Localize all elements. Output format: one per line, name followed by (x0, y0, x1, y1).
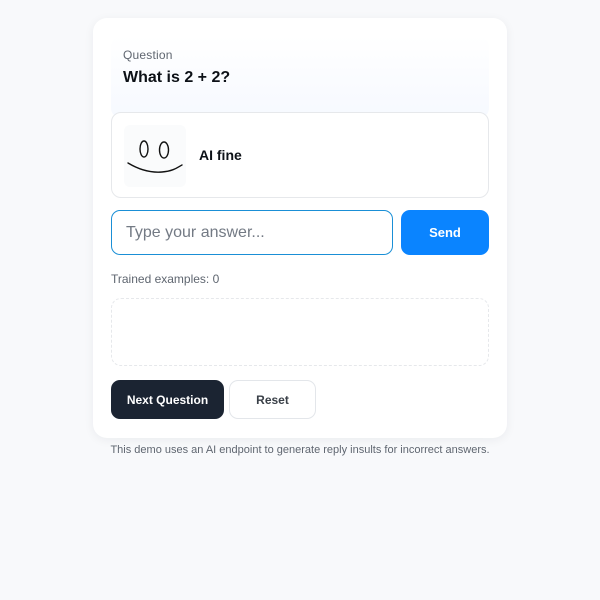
examples-area (111, 298, 489, 366)
quiz-card: Question What is 2 + 2? AI fine Send Tra… (93, 18, 507, 438)
next-question-button[interactable]: Next Question (111, 380, 224, 419)
ai-status-text: AI fine (199, 147, 242, 163)
question-label: Question (123, 48, 173, 62)
question-panel: Question What is 2 + 2? (111, 36, 489, 118)
answer-input[interactable] (111, 210, 393, 255)
trained-examples-count: Trained examples: 0 (111, 272, 220, 286)
reset-button[interactable]: Reset (229, 380, 316, 419)
smiley-face-icon (124, 125, 186, 187)
send-button[interactable]: Send (401, 210, 489, 255)
question-text: What is 2 + 2? (123, 69, 231, 86)
ai-status-panel: AI fine (111, 112, 489, 198)
footer-note: This demo uses an AI endpoint to generat… (110, 444, 490, 456)
